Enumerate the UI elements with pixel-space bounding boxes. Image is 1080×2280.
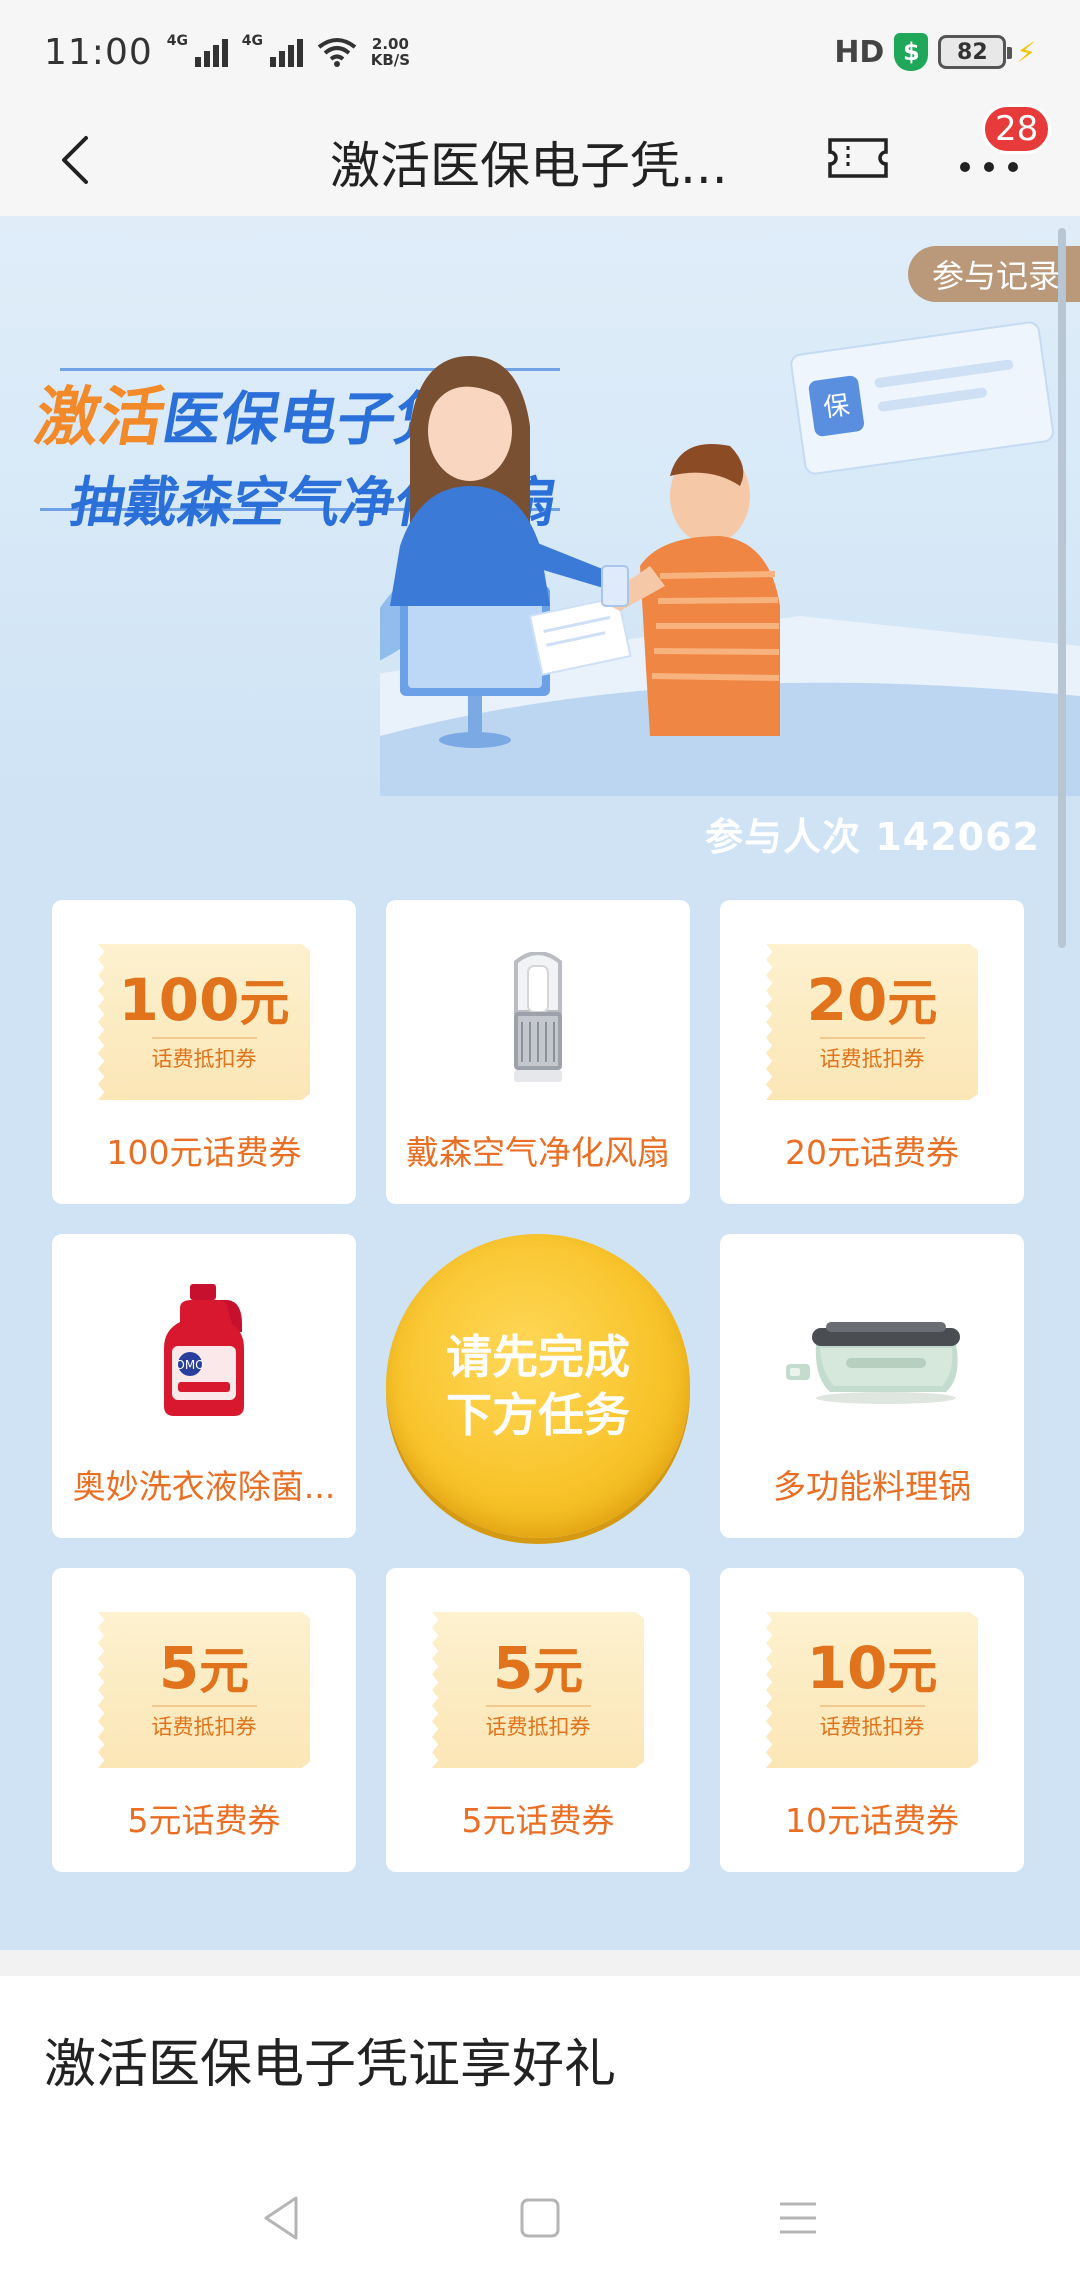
draw-button-line2: 下方任务	[446, 1388, 630, 1442]
voucher-coupon-icon: 20元 话费抵扣券	[766, 944, 978, 1100]
prize-label: 奥妙洗衣液除菌...	[72, 1467, 336, 1506]
svg-text:OMO: OMO	[175, 1358, 204, 1372]
charging-bolt-icon: ⚡	[1016, 35, 1036, 69]
coupon-subtitle: 话费抵扣券	[151, 1705, 257, 1741]
prize-cell: 5元 话费抵扣券 5元话费券	[52, 1568, 356, 1872]
slogan-highlight: 激活	[29, 381, 171, 455]
coupon-amount-unit: 元	[199, 1642, 250, 1700]
security-shield-icon: $	[894, 33, 929, 71]
network-speed-unit: KB/S	[370, 51, 411, 69]
ticket-icon[interactable]	[826, 126, 890, 190]
draw-button[interactable]: 请先完成 下方任务	[386, 1234, 690, 1538]
signal-tag: 4G	[166, 33, 188, 49]
coupon-amount-unit: 元	[887, 1642, 938, 1700]
coupon-subtitle: 话费抵扣券	[151, 1037, 257, 1073]
multifunction-cooker-icon	[786, 1322, 960, 1404]
app-header: 激活医保电子凭... 28	[0, 104, 1080, 216]
prize-cell: OMO 奥妙洗衣液除菌...	[52, 1234, 356, 1538]
dyson-air-purifier-icon	[514, 952, 562, 1082]
status-time: 11:00	[44, 31, 153, 73]
coupon-amount-number: 20	[806, 966, 888, 1034]
prize-label: 100元话费券	[106, 1133, 302, 1172]
prize-cell: 多功能料理锅	[720, 1234, 1024, 1538]
coupon-amount-number: 10	[806, 1634, 888, 1702]
coupon-amount: 5元	[98, 1636, 310, 1703]
voucher-coupon-icon: 5元 话费抵扣券	[432, 1612, 644, 1768]
prize-label: 戴森空气净化风扇	[406, 1133, 670, 1172]
draw-button-line1: 请先完成	[446, 1330, 630, 1384]
nav-home-icon[interactable]	[510, 2190, 570, 2246]
draw-cell: 请先完成 下方任务	[386, 1234, 690, 1538]
more-menu-button[interactable]: 28	[956, 104, 1052, 190]
coupon-amount-unit: 元	[239, 974, 290, 1032]
back-arrow-icon[interactable]	[48, 128, 108, 192]
voucher-coupon-icon: 10元 话费抵扣券	[766, 1612, 978, 1768]
prize-cell: 10元 话费抵扣券 10元话费券	[720, 1568, 1024, 1872]
network-speed: 2.00 KB/S	[371, 36, 410, 68]
hd-indicator: HD	[834, 34, 885, 70]
coupon-amount-number: 5	[492, 1634, 534, 1702]
coupon-amount: 5元	[432, 1636, 644, 1703]
omo-detergent-bottle-icon: OMO	[164, 1284, 244, 1416]
section-divider	[0, 1950, 1080, 1976]
section-title: 激活医保电子凭证享好礼	[44, 2035, 617, 2095]
signal-icon: 4G	[242, 33, 303, 67]
participants-value: 142062	[875, 815, 1040, 859]
scrollbar[interactable]	[1058, 228, 1066, 948]
signal-tag: 4G	[241, 33, 263, 49]
participants-label: 参与人次	[705, 815, 862, 859]
notification-badge: 28	[982, 104, 1052, 154]
battery-level: 82	[957, 39, 988, 65]
more-dots-icon	[960, 162, 1018, 172]
nav-back-icon[interactable]	[252, 2190, 312, 2246]
signal-icon: 4G	[167, 33, 228, 67]
system-nav-bar	[0, 2156, 1080, 2280]
svg-text:保: 保	[822, 390, 852, 423]
battery-icon: 82	[938, 35, 1013, 69]
prize-label: 10元话费券	[785, 1801, 959, 1840]
wifi-icon	[317, 38, 356, 67]
main-content: 参与记录 激活医保电子凭证 抽戴森空气净化风扇 保 参与人次 142062 10…	[0, 216, 1080, 1950]
prize-label: 20元话费券	[785, 1133, 959, 1172]
coupon-amount-unit: 元	[887, 974, 938, 1032]
coupon-amount-unit: 元	[533, 1642, 584, 1700]
participants-count: 参与人次 142062	[705, 806, 1040, 861]
prize-label: 5元话费券	[461, 1801, 615, 1840]
voucher-coupon-icon: 100元 话费抵扣券	[98, 944, 310, 1100]
coupon-amount: 20元	[766, 968, 978, 1035]
coupon-amount: 10元	[766, 1636, 978, 1703]
prize-cell: 100元 话费抵扣券 100元话费券	[52, 900, 356, 1204]
nav-menu-icon[interactable]	[768, 2190, 828, 2246]
coupon-subtitle: 话费抵扣券	[485, 1705, 591, 1741]
prize-label: 5元话费券	[127, 1801, 281, 1840]
status-right: HD $ 82 ⚡	[834, 33, 1036, 71]
coupon-amount-number: 5	[158, 1634, 200, 1702]
coupon-amount-number: 100	[118, 966, 240, 1034]
coupon-subtitle: 话费抵扣券	[819, 1037, 925, 1073]
status-left: 11:00 4G 4G 2.00 KB/S	[44, 32, 410, 73]
page-title: 激活医保电子凭...	[330, 137, 728, 195]
prize-cell: 5元 话费抵扣券 5元话费券	[386, 1568, 690, 1872]
participation-record-button[interactable]: 参与记录	[907, 246, 1080, 302]
status-bar: 11:00 4G 4G 2.00 KB/S HD $ 82 ⚡	[0, 0, 1080, 104]
coupon-amount: 100元	[98, 968, 310, 1035]
coupon-subtitle: 话费抵扣券	[819, 1705, 925, 1741]
voucher-coupon-icon: 5元 话费抵扣券	[98, 1612, 310, 1768]
prize-cell: 戴森空气净化风扇	[386, 900, 690, 1204]
prize-label: 多功能料理锅	[773, 1467, 971, 1506]
medical-counter-illustration: 保	[380, 321, 1080, 796]
promo-banner: 参与记录 激活医保电子凭证 抽戴森空气净化风扇 保	[0, 216, 1080, 796]
prize-cell: 20元 话费抵扣券 20元话费券	[720, 900, 1024, 1204]
